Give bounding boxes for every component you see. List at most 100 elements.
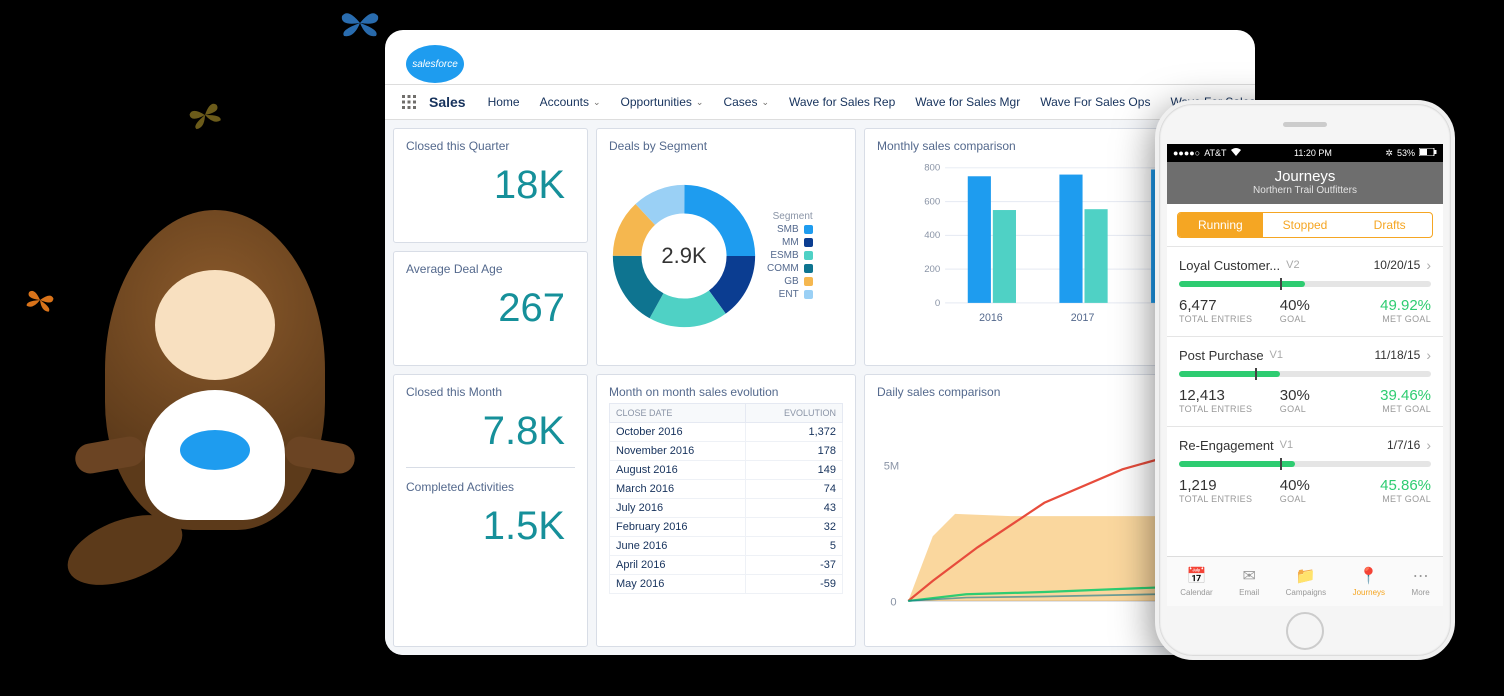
cell-date: August 2016 <box>610 461 746 480</box>
journey-name: Post Purchase <box>1179 348 1264 363</box>
table-row: March 201674 <box>610 480 843 499</box>
page-subtitle: Northern Trail Outfitters <box>1167 185 1443 196</box>
more-icon: ⋯ <box>1413 566 1429 586</box>
stat-goal: 30% <box>1280 387 1347 404</box>
phone-speaker <box>1283 122 1327 127</box>
chevron-right-icon: › <box>1426 437 1431 453</box>
stat-entries: 12,413 <box>1179 387 1280 404</box>
nav-item-wave-for-sales-ops[interactable]: Wave For Sales Ops <box>1030 85 1160 119</box>
table-row: February 201632 <box>610 518 843 537</box>
journey-name: Loyal Customer... <box>1179 258 1280 273</box>
card-closed-month: Closed this Month 7.8K Completed Activit… <box>393 374 588 647</box>
table-row: October 20161,372 <box>610 423 843 442</box>
nav-item-accounts[interactable]: Accounts⌄ <box>530 85 611 119</box>
table-row: May 2016-59 <box>610 575 843 594</box>
stat-met-goal: 39.46% <box>1347 387 1431 404</box>
tab-label: Campaigns <box>1286 588 1326 597</box>
legend-swatch <box>804 238 813 247</box>
cell-date: February 2016 <box>610 518 746 537</box>
cell-value: -59 <box>746 575 843 594</box>
app-name: Sales <box>425 85 478 119</box>
butterfly-icon <box>340 8 380 38</box>
cell-date: July 2016 <box>610 499 746 518</box>
cell-value: -37 <box>746 556 843 575</box>
cell-date: June 2016 <box>610 537 746 556</box>
progress-bar <box>1179 371 1431 377</box>
home-button[interactable] <box>1286 612 1324 650</box>
campaigns-icon: 📁 <box>1296 566 1316 586</box>
legend-label: ENT <box>779 289 799 300</box>
legend-label: ESMB <box>770 250 798 261</box>
segment-drafts[interactable]: Drafts <box>1347 213 1432 237</box>
signal-icon: ●●●●○ <box>1173 148 1200 158</box>
stat-entries: 1,219 <box>1179 477 1280 494</box>
status-bar: ●●●●○ AT&T 11:20 PM ✲ 53% <box>1167 144 1443 162</box>
card-title: Average Deal Age <box>406 262 575 276</box>
tab-more[interactable]: ⋯ More <box>1412 566 1430 597</box>
tab-label: More <box>1412 588 1430 597</box>
journey-version: V2 <box>1286 259 1299 271</box>
table-header: EVOLUTION <box>746 404 843 423</box>
page-title: Journeys <box>1167 168 1443 185</box>
phone-screen: ●●●●○ AT&T 11:20 PM ✲ 53% Journeys North… <box>1167 144 1443 606</box>
card-title: Completed Activities <box>406 480 575 494</box>
nav-label: Wave for Sales Rep <box>789 95 895 109</box>
segment-stopped[interactable]: Stopped <box>1263 213 1348 237</box>
tab-email[interactable]: ✉Email <box>1239 566 1259 597</box>
cell-date: October 2016 <box>610 423 746 442</box>
tab-calendar[interactable]: 📅Calendar <box>1180 566 1212 597</box>
journey-name: Re-Engagement <box>1179 438 1274 453</box>
nav-item-wave-for-sales-mgr[interactable]: Wave for Sales Mgr <box>905 85 1030 119</box>
app-launcher-icon[interactable] <box>393 85 425 119</box>
segment-running[interactable]: Running <box>1178 213 1263 237</box>
butterfly-icon <box>186 98 224 131</box>
journey-date: 1/7/16 <box>1387 438 1420 452</box>
table-row: June 20165 <box>610 537 843 556</box>
cell-date: November 2016 <box>610 442 746 461</box>
stat-entries: 6,477 <box>1179 297 1280 314</box>
journey-item[interactable]: Re-EngagementV11/7/16›1,219TOTAL ENTRIES… <box>1167 426 1443 516</box>
metric-value: 267 <box>406 280 575 336</box>
legend-item: MM <box>767 237 813 248</box>
cell-date: May 2016 <box>610 575 746 594</box>
carrier-label: AT&T <box>1204 148 1226 158</box>
cell-value: 5 <box>746 537 843 556</box>
y-tick: 5M <box>884 460 899 472</box>
nav-item-home[interactable]: Home <box>478 85 530 119</box>
y-tick: 0 <box>890 596 896 608</box>
chevron-right-icon: › <box>1426 257 1431 273</box>
svg-text:2016: 2016 <box>979 312 1003 324</box>
journey-version: V1 <box>1280 439 1293 451</box>
tab-label: Journeys <box>1353 588 1385 597</box>
card-closed-quarter: Closed this Quarter 18K <box>393 128 588 243</box>
stat-met-goal: 45.86% <box>1347 477 1431 494</box>
journey-item[interactable]: Post PurchaseV111/18/15›12,413TOTAL ENTR… <box>1167 336 1443 426</box>
journey-item[interactable]: Loyal Customer...V210/20/15›6,477TOTAL E… <box>1167 246 1443 336</box>
tab-campaigns[interactable]: 📁 Campaigns <box>1286 566 1326 597</box>
nav-label: Accounts <box>540 95 589 109</box>
nav-item-cases[interactable]: Cases⌄ <box>713 85 779 119</box>
card-avg-deal-age: Average Deal Age 267 <box>393 251 588 366</box>
legend-label: GB <box>784 276 798 287</box>
metric-value: 1.5K <box>406 498 575 554</box>
nav-item-opportunities[interactable]: Opportunities ⌄ <box>611 85 714 119</box>
table-row: August 2016149 <box>610 461 843 480</box>
chevron-down-icon: ⌄ <box>696 97 704 108</box>
wifi-icon <box>1231 148 1241 158</box>
legend-item: SMB <box>767 224 813 235</box>
card-sales-evolution: Month on month sales evolution CLOSE DAT… <box>596 374 856 647</box>
card-title: Closed this Quarter <box>406 139 575 153</box>
nav-item-wave-for-sales-rep[interactable]: Wave for Sales Rep <box>779 85 905 119</box>
tab-journeys[interactable]: 📍Journeys <box>1353 566 1385 597</box>
nav-label: Opportunities <box>621 95 692 109</box>
cell-value: 178 <box>746 442 843 461</box>
phone-frame: ●●●●○ AT&T 11:20 PM ✲ 53% Journeys North… <box>1155 100 1455 660</box>
cell-value: 74 <box>746 480 843 499</box>
email-icon: ✉ <box>1242 566 1255 586</box>
global-nav: Sales HomeAccounts⌄ Opportunities ⌄ Cases⌄ W… <box>385 84 1255 120</box>
svg-text:600: 600 <box>924 196 940 207</box>
nav-label: Wave For Sales Ops <box>1040 95 1150 109</box>
bluetooth-icon: ✲ <box>1385 148 1393 159</box>
stat-met-goal: 49.92% <box>1347 297 1431 314</box>
svg-text:800: 800 <box>924 163 940 174</box>
